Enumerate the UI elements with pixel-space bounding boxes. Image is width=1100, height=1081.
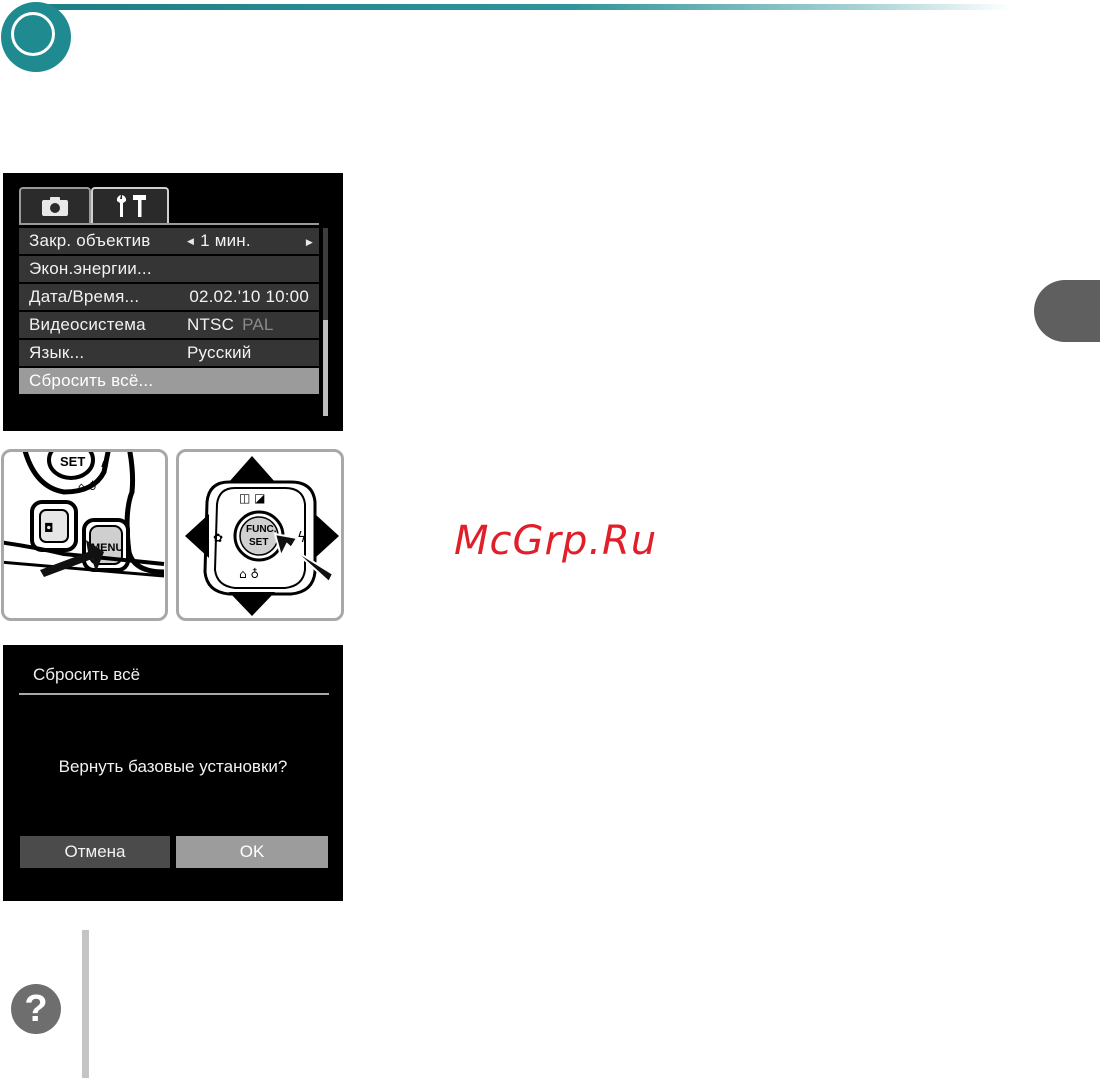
left-arrow-icon (185, 514, 209, 558)
menu-item-language[interactable]: Язык... Русский (19, 340, 319, 366)
menu-button-illustration: SET ϟ ⌂ ♁ ◘ MENU (1, 449, 168, 621)
menu-item-value: Русский (187, 343, 252, 362)
right-arrow-icon (315, 514, 339, 558)
menu-item-label: Язык... (29, 343, 85, 362)
menu-item-value-alt: PAL (242, 315, 274, 334)
menu-item-label: Экон.энергии... (29, 259, 152, 278)
camera-tab[interactable] (19, 187, 91, 223)
up-arrow-icon (229, 456, 275, 482)
svg-text:◫ ◪: ◫ ◪ (239, 491, 266, 505)
menu-item-value: 1 мин. (200, 231, 251, 250)
scrollbar-thumb[interactable] (323, 320, 328, 416)
set-label: SET (60, 454, 85, 469)
chapter-tab (1034, 280, 1100, 342)
func-label: FUNC. (246, 524, 277, 535)
menu-item-value: NTSC (187, 315, 235, 334)
menu-item-label: Дата/Время... (29, 287, 140, 306)
menu-list: Закр. объектив ◀ 1 мин. ▶ Экон.энергии..… (19, 228, 319, 396)
menu-item-video-system[interactable]: Видеосистема NTSC PAL (19, 312, 319, 338)
dialog-divider (19, 693, 329, 695)
svg-text:⌂ ♁: ⌂ ♁ (78, 480, 97, 493)
down-arrow-icon (229, 592, 275, 616)
menu-tabs (19, 187, 319, 223)
menu-item-reset-all[interactable]: Сбросить всё... (19, 368, 319, 394)
camera-menu-screen: Закр. объектив ◀ 1 мин. ▶ Экон.энергии..… (3, 173, 343, 431)
arrow-right-icon[interactable]: ▶ (306, 237, 313, 248)
menu-item-label: Закр. объектив (29, 231, 151, 250)
menu-item-label: Видеосистема (29, 315, 146, 334)
dpad-illustration: ◫ ◪ ⌂ ♁ ✿ ϟ FUNC. SET (176, 449, 344, 621)
setup-tab[interactable] (91, 187, 169, 223)
watermark: McGrp.Ru (454, 518, 658, 564)
help-sidebar-bar (82, 930, 89, 1078)
section-badge-icon (1, 2, 71, 72)
header-rule (36, 4, 1011, 10)
question-mark-icon: ? (11, 984, 61, 1034)
menu-scrollbar[interactable] (323, 228, 328, 416)
reset-dialog: Сбросить всё Вернуть базовые установки? … (3, 645, 343, 901)
dialog-title: Сбросить всё (33, 665, 141, 684)
menu-item-label: Сбросить всё... (29, 371, 154, 390)
camera-icon (42, 197, 68, 216)
wrench-hammer-icon (116, 195, 146, 217)
menu-item-power-saving[interactable]: Экон.энергии... (19, 256, 319, 282)
menu-item-date-time[interactable]: Дата/Время... 02.02.'10 10:00 (19, 284, 319, 310)
menu-item-value: 02.02.'10 10:00 (189, 287, 309, 306)
cancel-button[interactable]: Отмена (20, 836, 170, 868)
svg-text:⌂ ♁: ⌂ ♁ (239, 567, 259, 581)
dialog-question: Вернуть базовые установки? (58, 757, 288, 776)
svg-text:◘: ◘ (44, 521, 54, 535)
menu-item-lens-retract[interactable]: Закр. объектив ◀ 1 мин. ▶ (19, 228, 319, 254)
ok-button[interactable]: OK (176, 836, 328, 868)
svg-text:ϟ: ϟ (297, 530, 306, 546)
svg-text:ϟ: ϟ (100, 460, 109, 476)
set-label: SET (249, 537, 268, 548)
svg-text:✿: ✿ (213, 531, 223, 545)
arrow-left-icon[interactable]: ◀ (187, 236, 194, 247)
tabs-divider (19, 223, 319, 225)
